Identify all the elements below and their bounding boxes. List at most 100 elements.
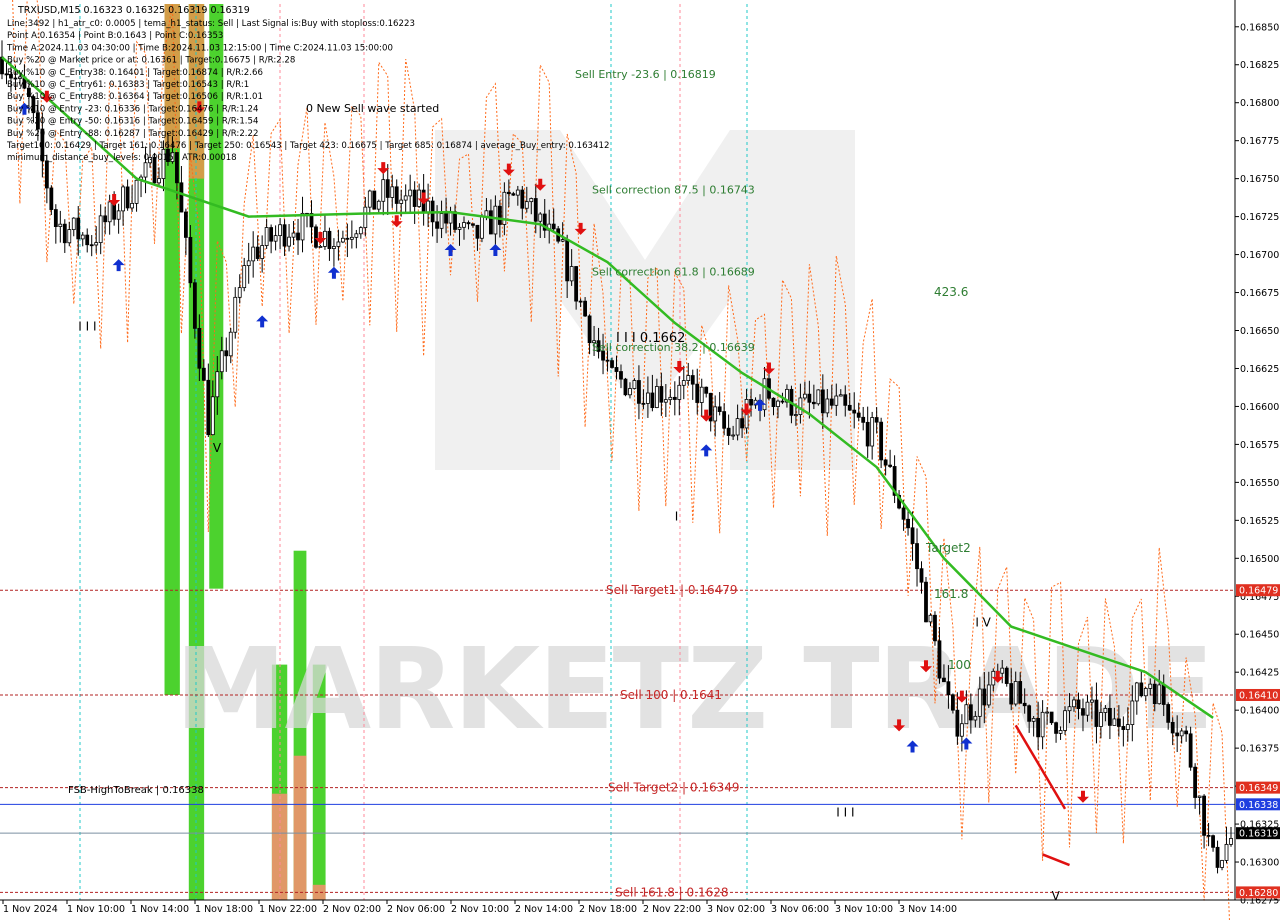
y-tick-label: 0.16600 bbox=[1240, 402, 1279, 413]
candle-body bbox=[291, 232, 296, 238]
pivot-mark: V bbox=[213, 441, 222, 455]
candle-body bbox=[955, 709, 960, 737]
candle-body bbox=[497, 205, 502, 225]
candle-body bbox=[179, 182, 184, 213]
candle-body bbox=[515, 189, 520, 196]
candle-body bbox=[722, 411, 727, 429]
price-chart[interactable]: MARKETZ TRADE VI I III I II VV Sell Entr… bbox=[0, 0, 1280, 924]
candle-body bbox=[672, 396, 677, 400]
candle-body bbox=[1085, 701, 1090, 716]
candle-body bbox=[143, 162, 148, 178]
candle-body bbox=[1040, 711, 1045, 738]
candle-body bbox=[1134, 682, 1139, 702]
candle-body bbox=[834, 395, 839, 406]
candle-body bbox=[49, 187, 54, 210]
candle-body bbox=[475, 224, 480, 239]
y-tick-label: 0.16375 bbox=[1240, 744, 1279, 755]
candle-body bbox=[551, 223, 556, 230]
candle-body bbox=[71, 217, 76, 231]
candle-body bbox=[1072, 699, 1076, 708]
candle-body bbox=[85, 234, 90, 246]
candle-body bbox=[287, 236, 291, 247]
candle-body bbox=[116, 210, 121, 220]
candle-body bbox=[856, 412, 861, 418]
annotation-new-sell-wave: 0 New Sell wave started bbox=[306, 102, 439, 115]
annotation-level: I I I 0.1662 bbox=[616, 331, 685, 346]
candle-body bbox=[489, 210, 493, 235]
level-label: Sell correction 61.8 | 0.16689 bbox=[592, 265, 755, 278]
zone-bottom-band-5 bbox=[312, 884, 326, 900]
y-tick-label: 0.16850 bbox=[1240, 22, 1279, 33]
candle-body bbox=[228, 331, 233, 357]
candle-body bbox=[798, 397, 803, 415]
candle-body bbox=[919, 568, 924, 583]
candle-body bbox=[210, 396, 215, 436]
candle-body bbox=[412, 189, 417, 207]
candle-body bbox=[201, 367, 206, 381]
candle-body bbox=[847, 404, 852, 411]
candle-body bbox=[825, 398, 830, 414]
candle-body bbox=[560, 239, 565, 242]
info-line: Buy %10 @ C_Entry88: 0.16364 | Target:0.… bbox=[7, 92, 263, 102]
info-line: Point A:0.16354 | Point B:0.1643 | Point… bbox=[7, 31, 223, 41]
candle-body bbox=[1076, 699, 1081, 710]
zone-bottom-band-4 bbox=[293, 755, 307, 900]
pivot-mark: I I I bbox=[836, 805, 854, 819]
candle-body bbox=[776, 400, 780, 407]
candle-body bbox=[89, 244, 94, 247]
candle-body bbox=[1184, 730, 1189, 735]
y-tick-label: 0.16575 bbox=[1240, 440, 1279, 451]
candle-body bbox=[1143, 688, 1148, 697]
annotation-423: 423.6 bbox=[934, 285, 968, 299]
candle-body bbox=[726, 427, 731, 436]
candle-body bbox=[1045, 711, 1049, 714]
candle-body bbox=[605, 359, 610, 362]
y-tick-label: 0.16725 bbox=[1240, 212, 1279, 223]
candle-body bbox=[794, 414, 798, 416]
candle-body bbox=[439, 213, 444, 229]
candle-body bbox=[511, 193, 516, 196]
candle-body bbox=[1103, 707, 1108, 713]
candle-body bbox=[394, 186, 399, 204]
candle-body bbox=[435, 221, 439, 229]
candle-body bbox=[1188, 733, 1193, 768]
candle-body bbox=[278, 224, 282, 237]
annotation-100: 100 bbox=[948, 658, 971, 672]
candle-body bbox=[883, 459, 888, 466]
candle-body bbox=[637, 380, 641, 404]
pivot-mark: I V bbox=[975, 616, 991, 630]
x-tick-label: 3 Nov 14:00 bbox=[899, 904, 957, 915]
candle-body bbox=[417, 189, 422, 207]
x-tick-label: 3 Nov 10:00 bbox=[835, 904, 893, 915]
candle-body bbox=[457, 226, 462, 230]
candle-body bbox=[565, 239, 570, 282]
candle-body bbox=[928, 614, 933, 623]
candle-body bbox=[44, 160, 49, 189]
candle-body bbox=[829, 398, 834, 406]
y-tick-label: 0.16525 bbox=[1240, 516, 1279, 527]
candle-body bbox=[184, 211, 188, 238]
candle-body bbox=[964, 704, 969, 725]
candle-body bbox=[740, 418, 744, 429]
level-label: Sell Target1 | 0.16479 bbox=[606, 583, 738, 597]
candle-body bbox=[466, 222, 471, 225]
candle-body bbox=[269, 227, 274, 242]
level-label: Sell correction 87.5 | 0.16743 bbox=[592, 183, 755, 196]
candle-body bbox=[273, 235, 278, 242]
info-line: Buy %10 @ Entry -23: 0.16336 | Target:0.… bbox=[7, 104, 258, 114]
info-line: Buy %20 @ Market price or at: 0.16361 | … bbox=[7, 56, 295, 66]
candle-body bbox=[453, 211, 457, 230]
candle-body bbox=[462, 222, 466, 228]
candle-body bbox=[663, 399, 668, 403]
candle-body bbox=[1094, 699, 1099, 727]
info-line: Line:3492 | h1_atr_c0: 0.0005 | tema_h1_… bbox=[7, 19, 415, 29]
candle-body bbox=[654, 386, 659, 408]
candle-body bbox=[349, 236, 354, 240]
level-label: Sell 161.8 | 0.1628 bbox=[615, 885, 729, 899]
candle-body bbox=[677, 384, 682, 400]
candle-body bbox=[336, 241, 341, 247]
candle-body bbox=[58, 223, 63, 227]
x-tick-label: 3 Nov 06:00 bbox=[771, 904, 829, 915]
y-tick-label: 0.16650 bbox=[1240, 326, 1279, 337]
candle-body bbox=[246, 260, 251, 267]
